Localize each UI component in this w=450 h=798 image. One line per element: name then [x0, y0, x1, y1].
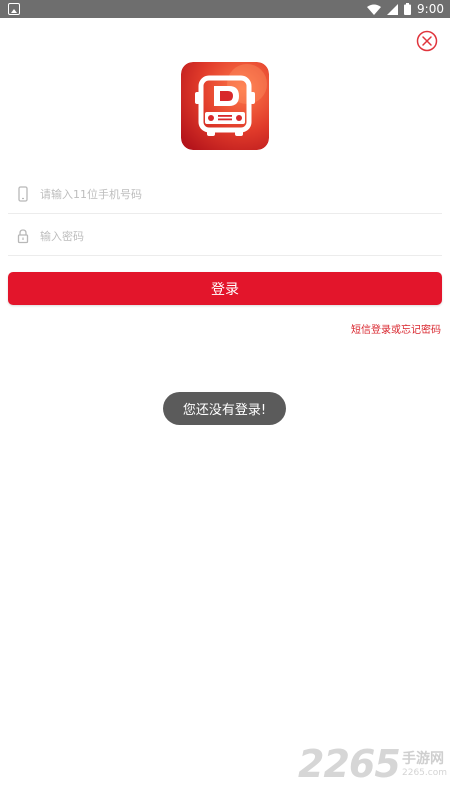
cell-signal-icon: [387, 3, 399, 15]
watermark-logo: 2265 手游网 2265.com: [298, 742, 448, 788]
close-circle-icon: [416, 30, 438, 52]
sms-login-forgot-password-link[interactable]: 短信登录或忘记密码: [351, 321, 441, 336]
login-button[interactable]: 登录: [8, 272, 442, 305]
watermark-text: 手游网: [402, 751, 444, 767]
watermark-url: 2265.com: [402, 768, 447, 778]
phone-field[interactable]: [8, 174, 442, 214]
lock-icon: [17, 229, 29, 244]
password-input[interactable]: [40, 224, 430, 248]
app-logo: [181, 62, 269, 150]
status-bar: 9:00: [0, 0, 450, 18]
status-time: 9:00: [417, 2, 444, 16]
toast-message: 您还没有登录!: [163, 392, 286, 425]
phone-icon: [18, 186, 28, 202]
close-button[interactable]: [416, 30, 438, 52]
phone-input[interactable]: [40, 182, 430, 206]
battery-icon: [404, 3, 412, 15]
bus-app-logo: [181, 62, 269, 150]
watermark-number: 2265: [298, 742, 401, 786]
notification-icon: [8, 3, 20, 15]
password-field[interactable]: [8, 216, 442, 256]
status-icons: 9:00: [367, 0, 444, 18]
wifi-icon: [367, 4, 382, 15]
